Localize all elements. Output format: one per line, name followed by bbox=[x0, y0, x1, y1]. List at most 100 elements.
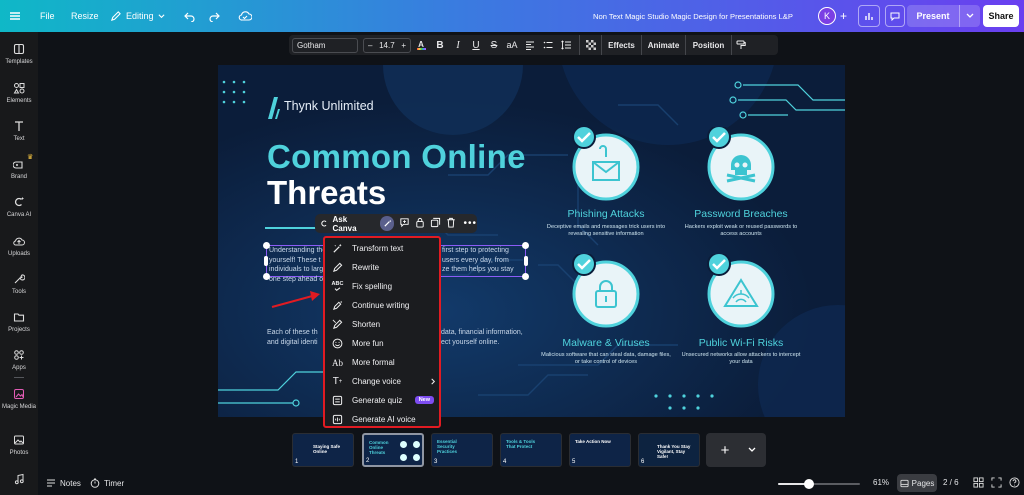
insights-button[interactable] bbox=[858, 0, 880, 32]
sidebar-item-elements[interactable]: Elements bbox=[0, 82, 38, 104]
delete-button[interactable] bbox=[446, 217, 456, 230]
add-page-button[interactable]: + bbox=[706, 433, 766, 467]
text-color-button[interactable]: A bbox=[411, 35, 431, 55]
sidebar-item-text[interactable]: Text bbox=[0, 120, 38, 142]
transparency-button[interactable] bbox=[579, 35, 601, 55]
menu-item-label: More fun bbox=[352, 339, 384, 348]
font-size-value: 14.7 bbox=[379, 40, 395, 50]
comments-button[interactable] bbox=[885, 0, 905, 32]
redo-button[interactable] bbox=[208, 0, 220, 32]
pages-button[interactable]: Pages bbox=[897, 474, 937, 492]
animate-button[interactable]: Animate bbox=[641, 35, 685, 55]
page-thumbnail-selected[interactable]: Common Online Threats 2 bbox=[362, 433, 424, 467]
sidebar-item-projects[interactable]: Projects bbox=[0, 311, 38, 333]
menu-item-change-voice[interactable]: T + Change voice bbox=[329, 373, 439, 390]
editing-menu[interactable]: Editing bbox=[110, 0, 165, 32]
page-thumbnail[interactable]: Tools & Tools That Protect 4 bbox=[500, 433, 562, 467]
resize-handle[interactable] bbox=[522, 273, 529, 280]
fullscreen-button[interactable] bbox=[991, 477, 1002, 490]
document-title[interactable]: Non Text Magic Studio Magic Design for P… bbox=[593, 0, 793, 32]
zoom-slider[interactable] bbox=[778, 479, 860, 489]
sidebar-item-apps[interactable]: Apps bbox=[0, 349, 38, 371]
menu-item-continue-writing[interactable]: Continue writing bbox=[329, 297, 439, 314]
align-button[interactable] bbox=[521, 35, 539, 55]
share-button[interactable]: Share bbox=[983, 5, 1019, 27]
grid-view-button[interactable] bbox=[973, 477, 984, 490]
menu-item-more-formal[interactable]: Ab More formal bbox=[329, 354, 439, 371]
sidebar-item-magic-media[interactable]: Magic Media bbox=[0, 388, 38, 410]
present-divider bbox=[959, 5, 960, 27]
menu-item-rewrite[interactable]: Rewrite bbox=[329, 259, 439, 276]
secondary-paragraph[interactable]: Each of these th and digital identi bbox=[267, 328, 318, 348]
effects-button[interactable]: Effects bbox=[601, 35, 641, 55]
page-thumbnail[interactable]: Staying Safe Online 1 bbox=[292, 433, 354, 467]
side-handle[interactable] bbox=[264, 256, 268, 266]
zoom-slider-handle[interactable] bbox=[804, 479, 815, 489]
list-button[interactable] bbox=[539, 35, 557, 55]
font-family-select[interactable]: Gotham bbox=[292, 37, 358, 53]
resize-menu[interactable]: Resize bbox=[71, 0, 99, 32]
page-number: 4 bbox=[503, 459, 507, 465]
trash-icon bbox=[447, 217, 456, 228]
menu-item-generate-ai-voice[interactable]: Generate AI voice bbox=[329, 411, 439, 428]
slide-canvas[interactable]: Thynk Unlimited Common Online Threats Un… bbox=[218, 65, 845, 417]
sidebar-item-label: Templates bbox=[5, 59, 33, 65]
italic-button[interactable]: I bbox=[449, 35, 467, 55]
menu-icon[interactable] bbox=[9, 0, 21, 32]
menu-item-more-fun[interactable]: More fun bbox=[329, 335, 439, 352]
spacing-button[interactable] bbox=[557, 35, 575, 55]
strikethrough-button[interactable]: S bbox=[485, 35, 503, 55]
text-format-toolbar: Gotham – 14.7 + A B I U S aA Effects Ani… bbox=[289, 35, 778, 55]
present-button[interactable]: Present bbox=[907, 5, 980, 27]
undo-button[interactable] bbox=[184, 0, 196, 32]
add-collaborator-button[interactable]: + bbox=[840, 0, 847, 32]
resize-handle[interactable] bbox=[522, 242, 529, 249]
comment-button[interactable] bbox=[399, 217, 410, 230]
lock-button[interactable] bbox=[415, 217, 425, 230]
more-options-icon[interactable]: ••• bbox=[463, 218, 477, 229]
copy-style-button[interactable] bbox=[731, 35, 749, 55]
sidebar-item-brand[interactable]: Brand ♛ bbox=[0, 154, 38, 180]
thumbnail-title: Common Online Threats bbox=[369, 440, 389, 455]
menu-item-fix-spelling[interactable]: ABC Fix spelling bbox=[329, 278, 439, 295]
position-button[interactable]: Position bbox=[685, 35, 731, 55]
help-button[interactable] bbox=[1009, 477, 1020, 490]
increase-size-icon[interactable]: + bbox=[401, 41, 406, 50]
sidebar-item-audio[interactable] bbox=[0, 473, 38, 489]
letter-case-button[interactable]: aA bbox=[503, 35, 521, 55]
ask-canva-button[interactable]: Ask Canva bbox=[320, 215, 371, 233]
font-size-stepper[interactable]: – 14.7 + bbox=[363, 37, 411, 53]
page-thumbnail[interactable]: Thank You Stay Vigilant, Stay Safe! 6 bbox=[638, 433, 700, 467]
page-thumbnail[interactable]: Take Action Now 5 bbox=[569, 433, 631, 467]
letter-case-icon: aA bbox=[506, 40, 518, 50]
duplicate-button[interactable] bbox=[430, 217, 441, 230]
magic-write-button[interactable] bbox=[380, 216, 395, 231]
resize-handle[interactable] bbox=[263, 242, 270, 249]
slide-title-line1[interactable]: Common Online bbox=[267, 138, 526, 176]
underline-icon: U bbox=[472, 39, 480, 51]
underline-button[interactable]: U bbox=[467, 35, 485, 55]
page-thumbnail[interactable]: Essential Security Practices 3 bbox=[431, 433, 493, 467]
sidebar-item-templates[interactable]: Templates bbox=[0, 43, 38, 65]
timer-button[interactable]: Timer bbox=[90, 478, 124, 488]
avatar[interactable]: K bbox=[818, 0, 836, 32]
bold-button[interactable]: B bbox=[431, 35, 449, 55]
side-handle[interactable] bbox=[524, 256, 528, 266]
chevron-down-icon[interactable] bbox=[966, 12, 974, 20]
menu-item-generate-quiz[interactable]: Generate quiz New bbox=[329, 392, 439, 409]
decrease-size-icon[interactable]: – bbox=[368, 41, 372, 50]
menu-item-transform-text[interactable]: Transform text bbox=[329, 240, 439, 257]
sidebar-item-tools[interactable]: Tools bbox=[0, 273, 38, 295]
zoom-level[interactable]: 61% bbox=[873, 478, 889, 487]
file-menu[interactable]: File bbox=[40, 0, 55, 32]
menu-item-shorten[interactable]: Shorten bbox=[329, 316, 439, 333]
sidebar-item-canva-ai[interactable]: Canva AI bbox=[0, 196, 38, 218]
sidebar-item-uploads[interactable]: Uploads bbox=[0, 235, 38, 257]
page-number: 6 bbox=[641, 459, 645, 465]
sidebar-item-photos[interactable]: Photos bbox=[0, 434, 38, 456]
slide-title-line2[interactable]: Threats bbox=[267, 174, 386, 212]
notes-button[interactable]: Notes bbox=[46, 478, 81, 488]
chevron-down-icon[interactable] bbox=[748, 446, 756, 454]
resize-handle[interactable] bbox=[263, 273, 270, 280]
cloud-saved-icon[interactable] bbox=[238, 0, 252, 32]
